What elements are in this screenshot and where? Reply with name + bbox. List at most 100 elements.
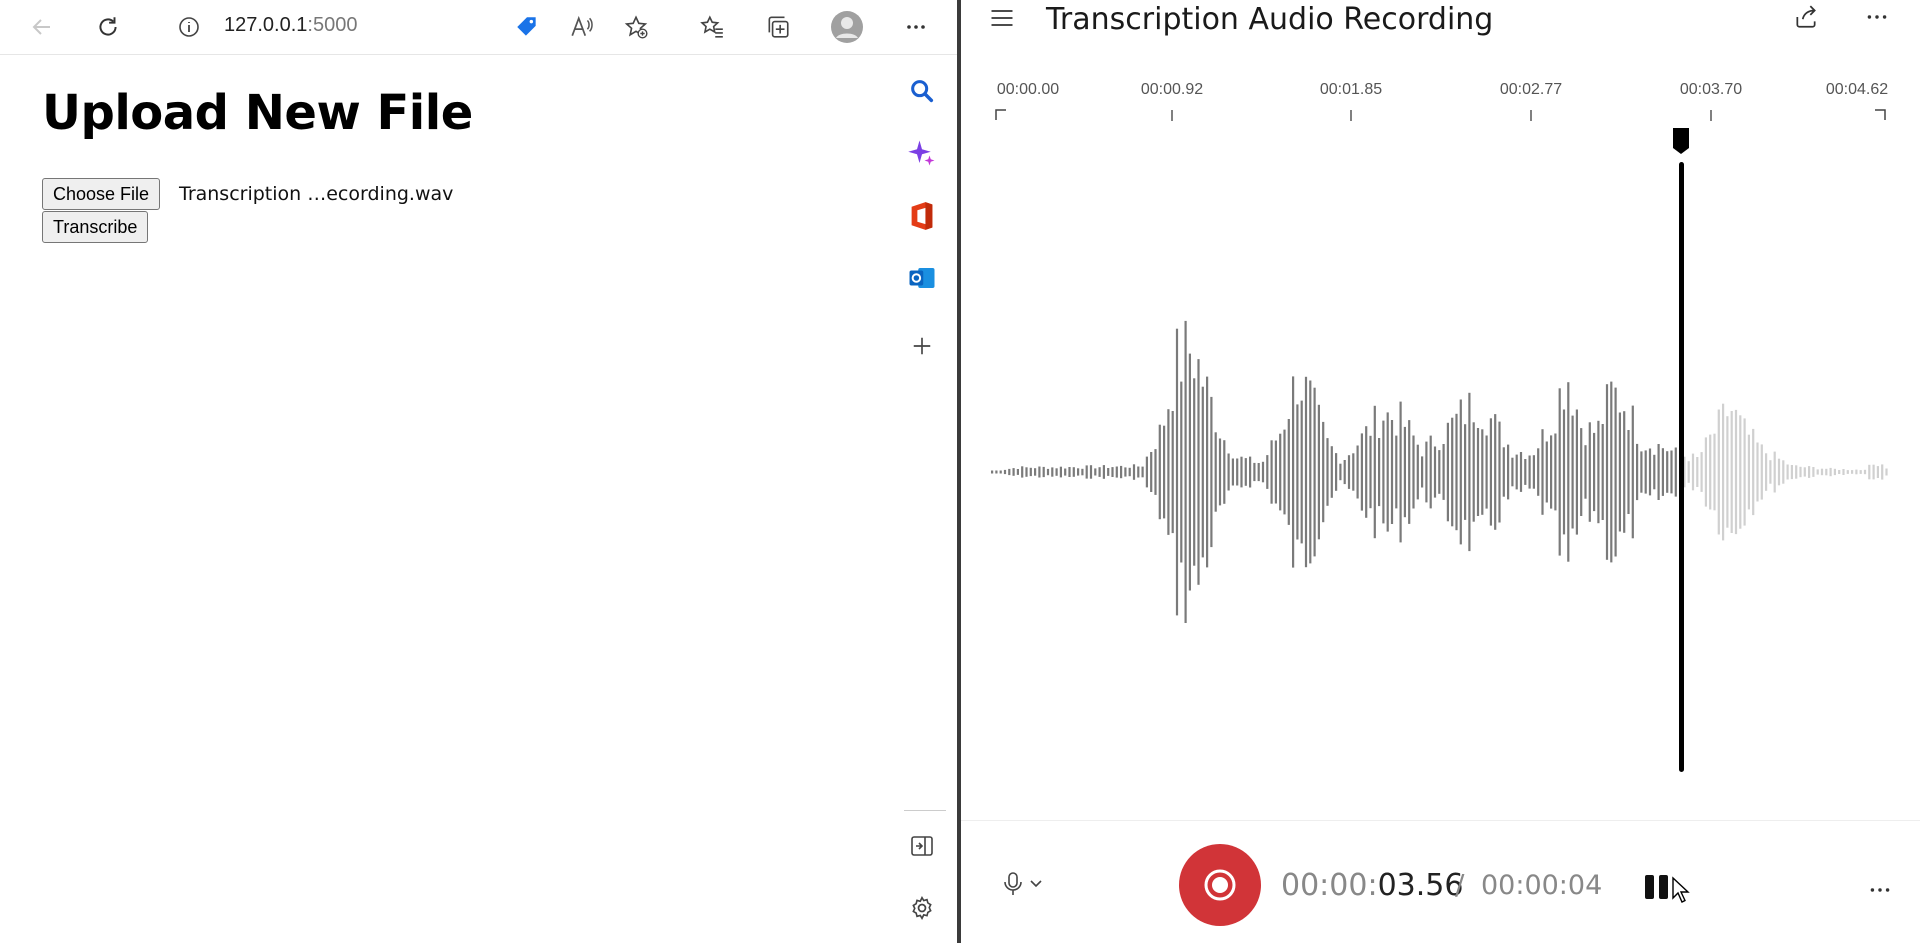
waveform-bar bbox=[1163, 425, 1166, 519]
waveform-bar bbox=[1403, 426, 1406, 518]
waveform-bar bbox=[1760, 444, 1763, 500]
waveform-bar bbox=[1657, 444, 1660, 500]
waveform-bar bbox=[1739, 415, 1742, 529]
waveform-bar bbox=[1317, 404, 1320, 540]
waveform-bar bbox=[1378, 438, 1381, 507]
waveform-bar bbox=[1571, 415, 1574, 529]
waveform-bar bbox=[1734, 409, 1738, 535]
waveform-bar bbox=[1614, 387, 1617, 557]
waveform-bar bbox=[1554, 433, 1557, 511]
waveform-bar bbox=[1726, 416, 1729, 528]
more-icon[interactable] bbox=[898, 9, 934, 45]
waveform-bar bbox=[1012, 468, 1015, 476]
waveform-bar bbox=[1519, 452, 1523, 492]
waveform-bar bbox=[1799, 466, 1802, 478]
waveform-bar bbox=[1304, 376, 1308, 568]
choose-file-button[interactable]: Choose File bbox=[42, 178, 161, 210]
profile-icon[interactable] bbox=[829, 9, 865, 45]
waveform-bar bbox=[1648, 448, 1652, 496]
waveform-bar bbox=[1532, 455, 1535, 489]
waveform-bar bbox=[1425, 441, 1428, 503]
waveform-bar bbox=[1352, 453, 1355, 491]
split-screen-icon[interactable] bbox=[904, 828, 940, 864]
microphone-selector[interactable] bbox=[1001, 869, 1051, 899]
timeline-start-bracket bbox=[995, 109, 1006, 120]
waveform-bar bbox=[1223, 440, 1226, 504]
waveform-bar bbox=[1851, 470, 1854, 474]
waveform-bar bbox=[1562, 409, 1566, 535]
back-icon[interactable] bbox=[24, 9, 60, 45]
waveform-bar bbox=[1451, 417, 1454, 527]
collections-icon[interactable] bbox=[760, 9, 796, 45]
waveform-bar bbox=[1206, 376, 1209, 568]
waveform-bar bbox=[1016, 469, 1019, 475]
waveform-bar bbox=[1709, 434, 1712, 510]
search-icon[interactable] bbox=[904, 73, 940, 109]
waveform-bar bbox=[999, 470, 1002, 474]
record-button[interactable] bbox=[1179, 844, 1261, 926]
settings-icon[interactable] bbox=[904, 890, 940, 926]
refresh-icon[interactable] bbox=[90, 9, 126, 45]
waveform-bar bbox=[1498, 421, 1501, 523]
waveform-bar bbox=[1481, 429, 1484, 515]
waveform-bar bbox=[1696, 457, 1699, 487]
waveform-bar bbox=[1601, 424, 1604, 520]
waveform-bar bbox=[1360, 433, 1363, 511]
waveform-bar bbox=[1395, 435, 1398, 509]
waveform-bar bbox=[1137, 466, 1140, 478]
address-bar[interactable]: 127.0.0.1:5000 bbox=[224, 14, 357, 37]
transcribe-button[interactable]: Transcribe bbox=[42, 211, 149, 243]
waveform-bar bbox=[1120, 465, 1123, 479]
waveform-bar bbox=[1072, 467, 1075, 477]
waveform-bar bbox=[1489, 418, 1492, 526]
waveform-bar bbox=[1863, 469, 1867, 475]
waveform-bar bbox=[1356, 445, 1359, 499]
waveform-bar bbox=[1180, 381, 1183, 563]
waveform-bar bbox=[1292, 376, 1295, 568]
outlook-icon[interactable] bbox=[904, 260, 940, 296]
coupon-tag-icon[interactable] bbox=[509, 9, 545, 45]
waveform-bar bbox=[1575, 409, 1578, 535]
waveform-bar bbox=[1545, 441, 1548, 503]
copilot-icon[interactable] bbox=[904, 135, 940, 171]
waveform-area[interactable] bbox=[961, 0, 1920, 820]
favorites-icon[interactable] bbox=[694, 9, 730, 45]
playback-more-icon[interactable] bbox=[1867, 877, 1897, 903]
waveform-bar bbox=[1042, 466, 1045, 478]
waveform-bar bbox=[1786, 464, 1789, 480]
waveform-bar bbox=[1687, 461, 1690, 483]
waveform-bar bbox=[1584, 445, 1587, 499]
add-icon[interactable] bbox=[904, 328, 940, 364]
waveform-bar bbox=[995, 470, 998, 474]
waveform-bar bbox=[1386, 412, 1389, 532]
site-info-icon[interactable] bbox=[171, 9, 207, 45]
read-aloud-icon[interactable] bbox=[564, 9, 600, 45]
waveform-bar bbox=[1722, 403, 1725, 541]
waveform-bar bbox=[1197, 359, 1200, 585]
waveform-bar bbox=[1502, 447, 1505, 497]
waveform-bar bbox=[1008, 468, 1011, 476]
waveform-bar bbox=[1666, 451, 1669, 493]
waveform-bar bbox=[1605, 384, 1609, 560]
waveform-bar bbox=[1782, 460, 1785, 484]
waveform-bar bbox=[1184, 320, 1187, 623]
waveform-bar bbox=[1541, 429, 1544, 515]
waveform-bar bbox=[1175, 328, 1179, 616]
waveform-bar bbox=[1876, 466, 1879, 478]
waveform-bar bbox=[1713, 433, 1716, 511]
waveform-bar bbox=[1253, 462, 1256, 482]
waveform-bar bbox=[1859, 470, 1862, 474]
waveform-bar bbox=[1167, 409, 1170, 535]
add-favorite-icon[interactable] bbox=[618, 9, 654, 45]
waveform-bar bbox=[1803, 467, 1806, 477]
office-icon[interactable] bbox=[904, 198, 940, 234]
mouse-cursor bbox=[1671, 876, 1693, 906]
waveform-bar bbox=[1881, 464, 1884, 480]
waveform-bar bbox=[1494, 414, 1497, 530]
waveform-bar bbox=[1623, 411, 1626, 533]
waveform-bar bbox=[1283, 429, 1286, 515]
pause-button[interactable] bbox=[1641, 871, 1675, 905]
waveform-bar bbox=[1459, 399, 1462, 545]
waveform-bar bbox=[1274, 440, 1277, 504]
waveform-bar bbox=[1769, 460, 1772, 484]
